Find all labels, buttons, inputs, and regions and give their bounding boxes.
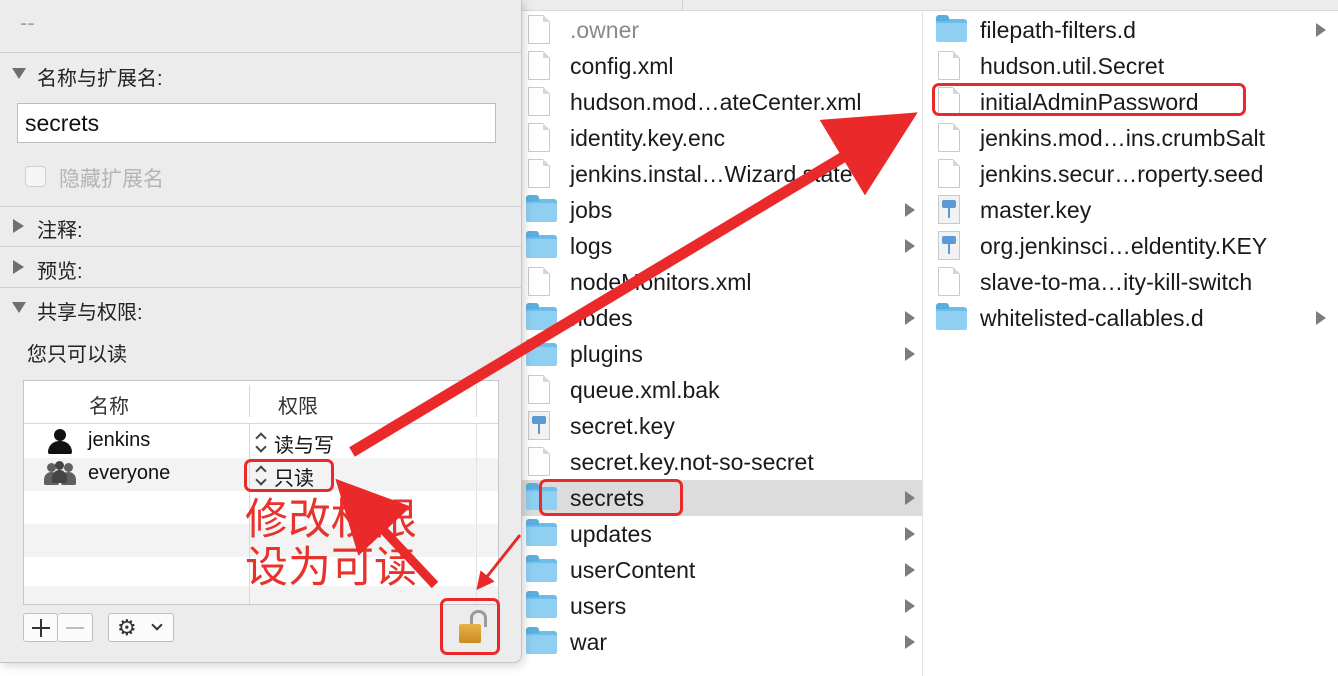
arrow-to-lock <box>476 534 522 591</box>
arrow-to-privilege <box>335 478 439 589</box>
annotation-arrows <box>335 112 918 591</box>
arrow-to-password <box>349 112 918 457</box>
